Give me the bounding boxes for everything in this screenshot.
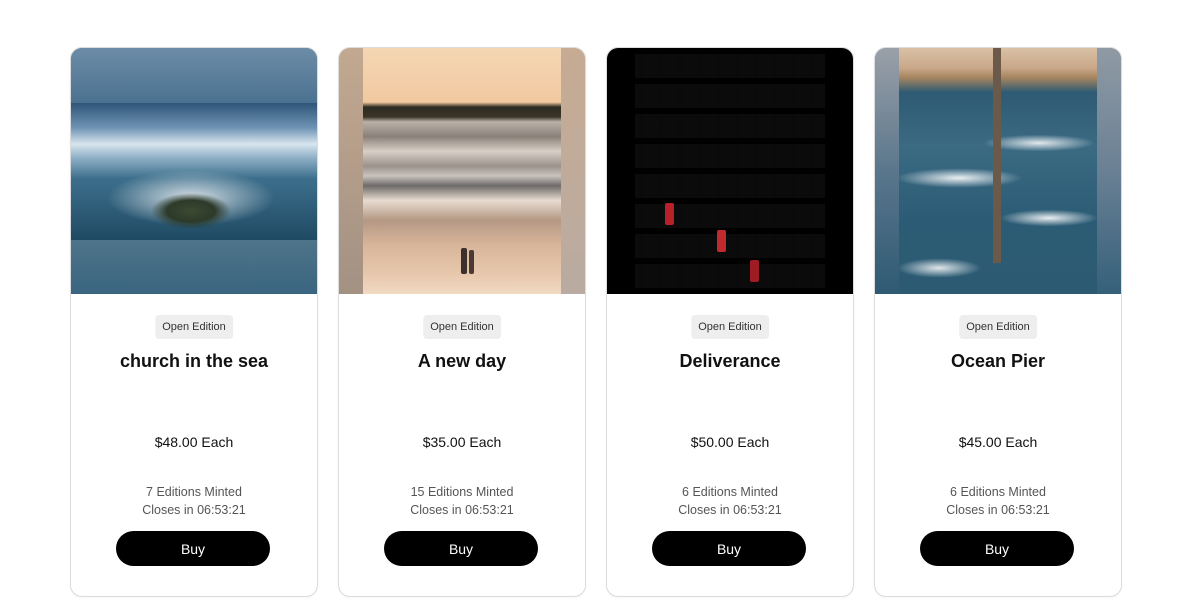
figure-silhouette (469, 250, 474, 274)
closes-in-text: Closes in 06:53:21 (678, 503, 782, 517)
edition-type-badge: Open Edition (691, 315, 769, 339)
edition-card[interactable]: Open Edition Ocean Pier $45.00 Each 6 Ed… (874, 47, 1122, 597)
artwork-image[interactable] (339, 48, 585, 294)
closes-in-text: Closes in 06:53:21 (946, 503, 1050, 517)
price-label: $50.00 Each (690, 434, 770, 450)
closes-in-text: Closes in 06:53:21 (142, 503, 246, 517)
red-car-shape (665, 203, 674, 225)
edition-type-badge: Open Edition (423, 315, 501, 339)
price-label: $48.00 Each (154, 434, 234, 450)
image-letterbox-bottom (71, 240, 317, 294)
price-label: $45.00 Each (958, 434, 1038, 450)
artwork-title: church in the sea (119, 351, 269, 371)
artwork-image[interactable] (607, 48, 853, 294)
card-body: Open Edition Deliverance $50.00 Each 6 E… (607, 294, 853, 595)
edition-card-grid: Open Edition church in the sea $48.00 Ea… (0, 0, 1200, 600)
edition-meta: 7 Editions Minted Closes in 06:53:21 (71, 483, 317, 519)
buy-button[interactable]: Buy (652, 531, 806, 566)
buy-button[interactable]: Buy (116, 531, 270, 566)
red-car-shape (717, 230, 726, 252)
edition-type-badge: Open Edition (155, 315, 233, 339)
figure-silhouette (461, 248, 467, 274)
edition-card[interactable]: Open Edition A new day $35.00 Each 15 Ed… (338, 47, 586, 597)
edition-type-badge: Open Edition (959, 315, 1037, 339)
artwork-title: Deliverance (679, 351, 781, 371)
buy-button[interactable]: Buy (384, 531, 538, 566)
artwork-title: Ocean Pier (950, 351, 1046, 371)
image-pillarbox-right (561, 48, 585, 294)
edition-meta: 6 Editions Minted Closes in 06:53:21 (607, 483, 853, 519)
image-letterbox-top (71, 48, 317, 103)
artwork-photo (635, 48, 825, 294)
pier-shape (993, 48, 1001, 263)
artwork-title: A new day (417, 351, 507, 371)
closes-in-text: Closes in 06:53:21 (410, 503, 514, 517)
price-label: $35.00 Each (422, 434, 502, 450)
image-pillarbox-left (875, 48, 899, 294)
buy-button[interactable]: Buy (920, 531, 1074, 566)
editions-minted-text: 6 Editions Minted (950, 485, 1046, 499)
editions-minted-text: 15 Editions Minted (410, 485, 514, 499)
edition-meta: 15 Editions Minted Closes in 06:53:21 (339, 483, 585, 519)
editions-minted-text: 7 Editions Minted (146, 485, 242, 499)
artwork-image[interactable] (875, 48, 1121, 294)
artwork-photo (71, 103, 317, 240)
card-body: Open Edition A new day $35.00 Each 15 Ed… (339, 294, 585, 595)
edition-card[interactable]: Open Edition church in the sea $48.00 Ea… (70, 47, 318, 597)
card-body: Open Edition Ocean Pier $45.00 Each 6 Ed… (875, 294, 1121, 595)
edition-meta: 6 Editions Minted Closes in 06:53:21 (875, 483, 1121, 519)
editions-minted-text: 6 Editions Minted (682, 485, 778, 499)
card-body: Open Edition church in the sea $48.00 Ea… (71, 294, 317, 595)
edition-card[interactable]: Open Edition Deliverance $50.00 Each 6 E… (606, 47, 854, 597)
artwork-image[interactable] (71, 48, 317, 294)
red-car-shape (750, 260, 759, 282)
image-pillarbox-right (1097, 48, 1121, 294)
image-pillarbox-left (339, 48, 363, 294)
